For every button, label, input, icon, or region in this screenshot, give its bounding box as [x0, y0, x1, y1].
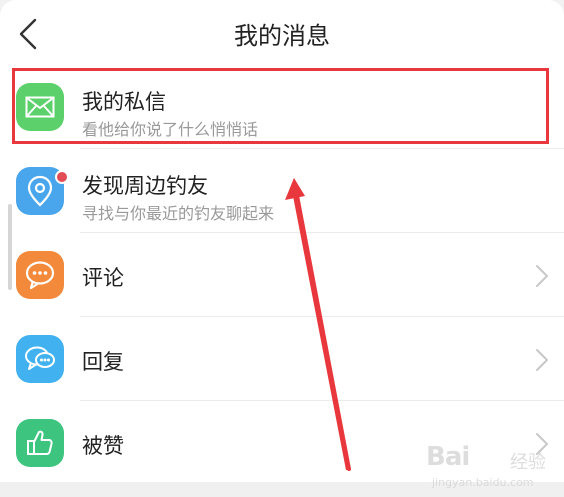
bottom-area: [0, 482, 564, 497]
list-item-title: 我的私信: [82, 90, 166, 114]
header-bar: 我的消息: [0, 0, 564, 67]
row-divider: [80, 148, 564, 149]
chevron-right-icon: [536, 349, 548, 371]
list-item-nearby-anglers[interactable]: 发现周边钓友 寻找与你最近的钓友聊起来: [0, 150, 564, 233]
page-title: 我的消息: [234, 21, 330, 50]
list-item-likes[interactable]: 被赞: [0, 402, 564, 485]
chevron-right-icon: [536, 265, 548, 287]
screen: 我的消息 我的私信 看他给你说了什么悄悄话 发现周边钓友 寻找与你最近的钓友聊起…: [0, 0, 564, 497]
mail-icon: [16, 83, 64, 131]
thumbs-up-icon: [16, 419, 64, 467]
list-item-private-messages[interactable]: 我的私信 看他给你说了什么悄悄话: [0, 66, 564, 149]
scrollbar[interactable]: [8, 204, 12, 290]
list-item-subtitle: 看他给你说了什么悄悄话: [82, 120, 259, 139]
list-item-title: 评论: [82, 266, 124, 290]
comment-bubble-icon: [16, 251, 64, 299]
list-item-comments[interactable]: 评论: [0, 234, 564, 317]
chevron-right-icon: [536, 433, 548, 455]
row-divider: [80, 400, 564, 401]
row-divider: [80, 232, 564, 233]
message-list: 我的私信 看他给你说了什么悄悄话 发现周边钓友 寻找与你最近的钓友聊起来 评论 …: [0, 66, 564, 482]
list-item-title: 回复: [82, 350, 124, 374]
reply-bubbles-icon: [16, 335, 64, 383]
list-item-subtitle: 寻找与你最近的钓友聊起来: [82, 204, 275, 223]
unread-badge: [55, 170, 69, 184]
row-divider: [80, 316, 564, 317]
list-item-replies[interactable]: 回复: [0, 318, 564, 401]
back-button[interactable]: [8, 12, 48, 56]
chevron-left-icon: [19, 18, 37, 50]
list-item-title: 发现周边钓友: [82, 174, 208, 198]
list-item-title: 被赞: [82, 434, 124, 458]
